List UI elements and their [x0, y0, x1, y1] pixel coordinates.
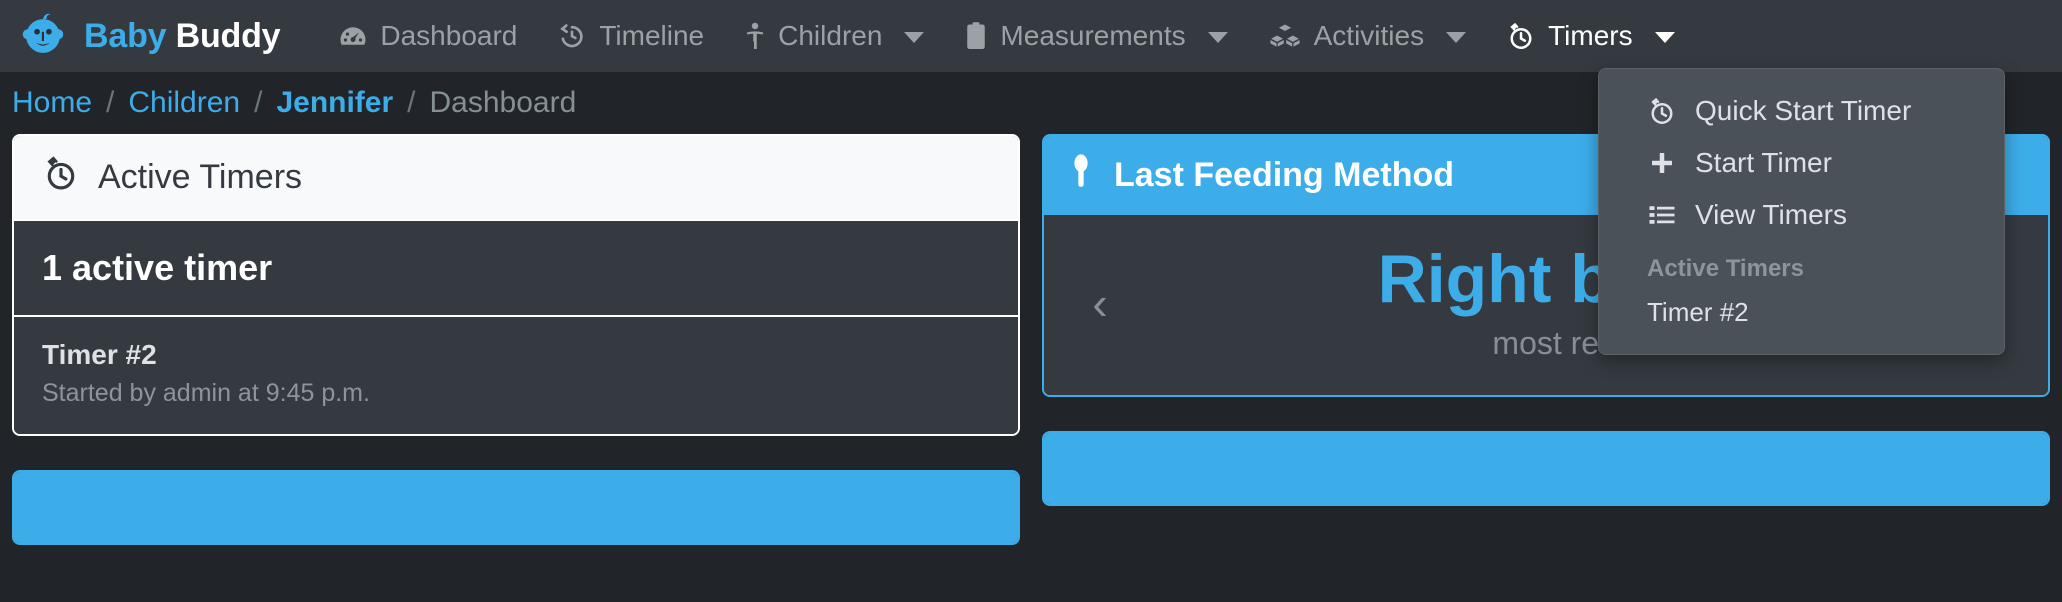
brand-word-1: Baby	[84, 16, 167, 55]
active-timers-count-body: 1 active timer	[14, 219, 1018, 315]
breadcrumb-separator: /	[254, 86, 263, 119]
chevron-down-icon	[1207, 32, 1228, 43]
chevron-down-icon	[1446, 32, 1467, 43]
dashboard-icon	[338, 21, 368, 51]
main-navbar: Baby Buddy Dashboard Timeline Children M…	[0, 0, 2062, 72]
blocks-icon	[1268, 21, 1302, 51]
breadcrumb-separator: /	[106, 86, 115, 119]
dropdown-active-timer-label: Timer #2	[1647, 297, 1749, 327]
next-card-below-left	[12, 470, 1020, 545]
brand-logo[interactable]: Baby Buddy	[16, 9, 281, 63]
last-feeding-method-card-title: Last Feeding Method	[1114, 156, 1454, 194]
nav-label-timeline: Timeline	[599, 20, 705, 51]
active-timers-card: Active Timers 1 active timer Timer #2 St…	[12, 134, 1020, 436]
timers-dropdown-menu: Quick Start Timer Start Timer View Timer…	[1598, 68, 2005, 355]
nav-label-timers: Timers	[1548, 20, 1633, 51]
active-timer-detail: Started by admin at 9:45 p.m.	[42, 379, 370, 407]
nav-item-measurements[interactable]: Measurements	[944, 12, 1247, 60]
dropdown-section-header-active-timers: Active Timers	[1647, 255, 1804, 282]
breadcrumb-separator: /	[407, 86, 416, 119]
nav-item-children[interactable]: Children	[724, 12, 944, 60]
dropdown-label-view-timers: View Timers	[1695, 199, 1847, 230]
chevron-down-icon	[1654, 32, 1675, 43]
nav-label-activities: Activities	[1313, 20, 1425, 51]
breadcrumb-current: Dashboard	[429, 86, 577, 119]
dropdown-item-start-timer[interactable]: Start Timer	[1599, 137, 2004, 189]
nav-item-activities[interactable]: Activities	[1248, 12, 1486, 60]
active-timer-list-item[interactable]: Timer #2 Started by admin at 9:45 p.m.	[14, 315, 1018, 434]
brand-title: Baby Buddy	[84, 16, 281, 56]
spoon-icon	[1070, 152, 1092, 199]
baby-face-icon	[16, 9, 70, 63]
dropdown-item-quick-start-timer[interactable]: Quick Start Timer	[1599, 85, 2004, 137]
dashboard-column-left: Active Timers 1 active timer Timer #2 St…	[12, 134, 1020, 545]
plus-icon	[1647, 148, 1677, 178]
dropdown-label-quick-start-timer: Quick Start Timer	[1695, 95, 1912, 126]
previous-arrow-button[interactable]: ‹	[1070, 280, 1130, 326]
dropdown-active-timer-item[interactable]: Timer #2	[1599, 289, 2004, 336]
row-gap	[12, 436, 1020, 470]
history-icon	[557, 21, 587, 51]
chevron-down-icon	[904, 32, 925, 43]
child-icon	[744, 21, 766, 51]
brand-word-2: Buddy	[175, 16, 281, 55]
active-timer-name: Timer #2	[42, 339, 157, 370]
breadcrumb-child[interactable]: Jennifer	[276, 86, 393, 120]
dropdown-label-start-timer: Start Timer	[1695, 147, 1832, 178]
breadcrumb-home[interactable]: Home	[12, 86, 92, 120]
nav-label-dashboard: Dashboard	[380, 20, 518, 51]
stopwatch-icon	[1647, 96, 1677, 126]
nav-item-dashboard[interactable]: Dashboard	[318, 12, 537, 60]
stopwatch-icon	[1506, 21, 1536, 51]
nav-item-timeline[interactable]: Timeline	[537, 12, 724, 60]
nav-item-timers[interactable]: Timers	[1486, 12, 1695, 60]
list-icon	[1647, 200, 1677, 230]
nav-label-measurements: Measurements	[1000, 20, 1186, 51]
next-card-below-right-header	[1044, 433, 2048, 504]
dropdown-item-view-timers[interactable]: View Timers	[1599, 189, 2004, 241]
active-timers-card-title: Active Timers	[98, 158, 303, 196]
next-card-below-right	[1042, 431, 2050, 506]
next-card-below-left-header	[14, 472, 1018, 543]
breadcrumb-children[interactable]: Children	[128, 86, 240, 120]
clipboard-icon	[964, 21, 988, 51]
stopwatch-icon	[42, 154, 80, 201]
active-timers-card-header: Active Timers	[14, 136, 1018, 219]
row-gap	[1042, 397, 2050, 431]
nav-label-children: Children	[778, 20, 883, 51]
active-timers-count: 1 active timer	[42, 247, 273, 288]
